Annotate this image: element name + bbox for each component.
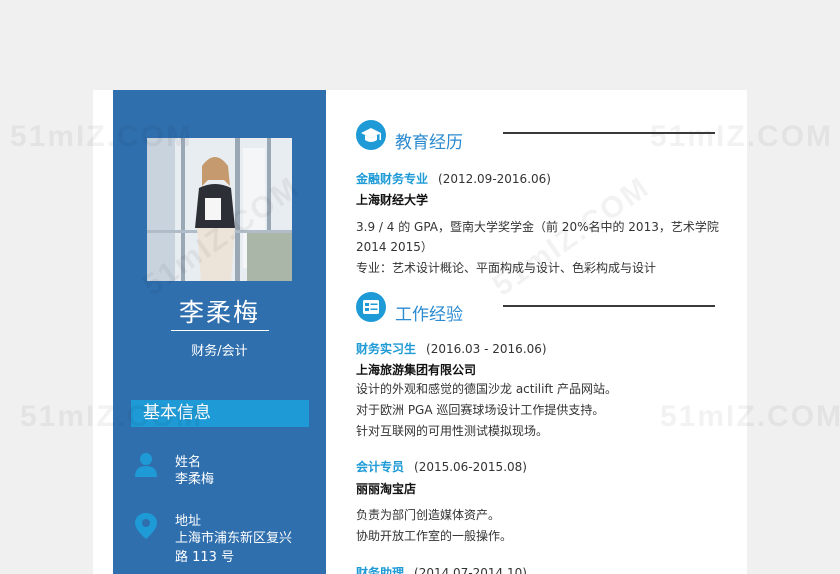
candidate-name: 李柔梅 xyxy=(178,298,260,327)
work-position: 会计专员 xyxy=(356,460,405,474)
work-dates: (2014.07-2014.10) xyxy=(414,566,527,574)
work-position: 财务实习生 xyxy=(356,342,417,356)
work-company: 丽丽淘宝店 xyxy=(356,482,417,496)
name-value: 李柔梅 xyxy=(175,472,215,487)
location-pin-icon xyxy=(135,513,157,539)
education-courses: 专业：艺术设计概论、平面构成与设计、色彩构成与设计 xyxy=(356,261,657,275)
name-divider xyxy=(171,330,269,331)
education-major: 金融财务专业 xyxy=(356,172,429,186)
person-icon xyxy=(135,453,157,477)
education-dates: (2012.09-2016.06) xyxy=(438,172,551,186)
education-description: 3.9 / 4 的 GPA，暨南大学奖学金（前 20%名中的 2013，艺术学院… xyxy=(356,220,719,254)
profile-photo xyxy=(147,138,292,281)
work-company: 上海旅游集团有限公司 xyxy=(356,363,477,377)
basic-info-header: 基本信息 xyxy=(131,400,309,427)
education-entry-header: 金融财务专业 (2012.09-2016.06) xyxy=(356,170,551,187)
address-label: 地址 xyxy=(175,514,202,529)
education-title: 教育经历 xyxy=(395,133,463,153)
education-rule xyxy=(503,132,715,134)
resume-page: 李柔梅 财务/会计 基本信息 姓名 李柔梅 地址 上海市浦东新区复兴路 113 … xyxy=(93,90,747,574)
candidate-role: 财务/会计 xyxy=(191,344,248,359)
main-content: 教育经历 金融财务专业 (2012.09-2016.06) 上海财经大学 3.9 … xyxy=(353,90,747,574)
work-title: 工作经验 xyxy=(395,305,463,325)
work-entry-2-header: 会计专员 (2015.06-2015.08) xyxy=(356,458,527,475)
name-label: 姓名 xyxy=(175,455,202,470)
work-entry-1-header: 财务实习生 (2016.03 - 2016.06) xyxy=(356,340,547,357)
work-duty: 负责为部门创造媒体资产。 xyxy=(356,508,501,522)
graduation-cap-icon xyxy=(356,120,386,150)
work-dates: (2015.06-2015.08) xyxy=(414,460,527,474)
address-value: 上海市浦东新区复兴路 113 号 xyxy=(175,531,293,565)
work-position: 财务助理 xyxy=(356,566,405,574)
work-duty: 设计的外观和感觉的德国沙龙 actilift 产品网站。 xyxy=(356,382,618,396)
work-rule xyxy=(503,305,715,307)
work-entry-3-header: 财务助理 (2014.07-2014.10) xyxy=(356,564,527,574)
id-card-icon xyxy=(356,292,386,322)
sidebar: 李柔梅 财务/会计 基本信息 姓名 李柔梅 地址 上海市浦东新区复兴路 113 … xyxy=(113,90,326,574)
work-duty: 对于欧洲 PGA 巡回赛球场设计工作提供支持。 xyxy=(356,403,605,417)
work-dates: (2016.03 - 2016.06) xyxy=(426,342,547,356)
education-school: 上海财经大学 xyxy=(356,193,429,207)
work-duty: 针对互联网的可用性测试模拟现场。 xyxy=(356,424,549,438)
work-duty: 协助开放工作室的一般操作。 xyxy=(356,529,513,543)
